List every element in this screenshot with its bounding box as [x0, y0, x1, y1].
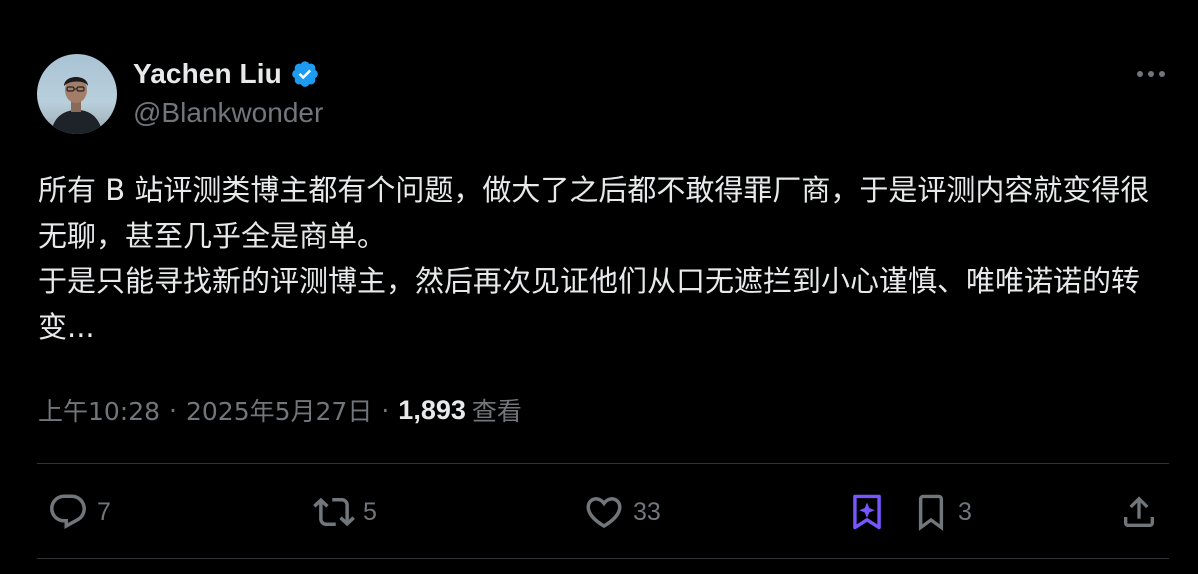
like-button[interactable]: 33: [583, 490, 661, 534]
tweet-paragraph: 所有 B 站评测类博主都有个问题，做大了之后都不敢得罪厂商，于是评测内容就变得很…: [38, 173, 1150, 253]
like-count: 33: [633, 497, 661, 526]
meta-separator: ·: [381, 395, 390, 425]
reply-count: 7: [97, 497, 111, 526]
views-count: 1,893: [398, 394, 466, 425]
divider: [37, 558, 1169, 559]
repost-count: 5: [363, 497, 377, 526]
bookmark-button[interactable]: 3: [912, 490, 972, 534]
reply-icon: [47, 491, 89, 533]
author-handle[interactable]: @Blankwonder: [133, 97, 323, 129]
share-icon: [1119, 491, 1159, 533]
views-label: 查看: [471, 397, 522, 426]
tweet-date[interactable]: 2025年5月27日: [186, 392, 372, 428]
divider: [37, 463, 1169, 464]
meta-separator: ·: [169, 395, 177, 425]
author-name-row: Yachen Liu: [133, 56, 320, 92]
avatar[interactable]: [37, 54, 117, 134]
grok-button[interactable]: [848, 490, 886, 534]
tweet-meta: 上午10:28 · 2025年5月27日 · 1,893 查看: [38, 390, 522, 430]
more-icon[interactable]: [1134, 66, 1168, 82]
heart-icon: [583, 491, 625, 533]
share-button[interactable]: [1119, 490, 1159, 534]
verified-badge-icon[interactable]: [290, 59, 320, 89]
tweet-detail: Yachen Liu @Blankwonder 所有 B 站评测类博主都有个问题…: [0, 0, 1198, 574]
tweet-text: 所有 B 站评测类博主都有个问题，做大了之后都不敢得罪厂商，于是评测内容就变得很…: [38, 168, 1168, 350]
repost-button[interactable]: 5: [313, 490, 377, 534]
tweet-paragraph: 于是只能寻找新的评测博主，然后再次见证他们从口无遮拦到小心谨慎、唯唯诺诺的转变.…: [38, 264, 1141, 344]
reply-button[interactable]: 7: [47, 490, 111, 534]
tweet-time[interactable]: 上午10:28: [38, 392, 160, 428]
bookmark-icon: [912, 491, 950, 533]
grok-icon: [848, 491, 886, 533]
repost-icon: [313, 491, 355, 533]
bookmark-count: 3: [958, 497, 972, 526]
display-name[interactable]: Yachen Liu: [133, 58, 282, 90]
avatar-photo: [37, 54, 117, 134]
